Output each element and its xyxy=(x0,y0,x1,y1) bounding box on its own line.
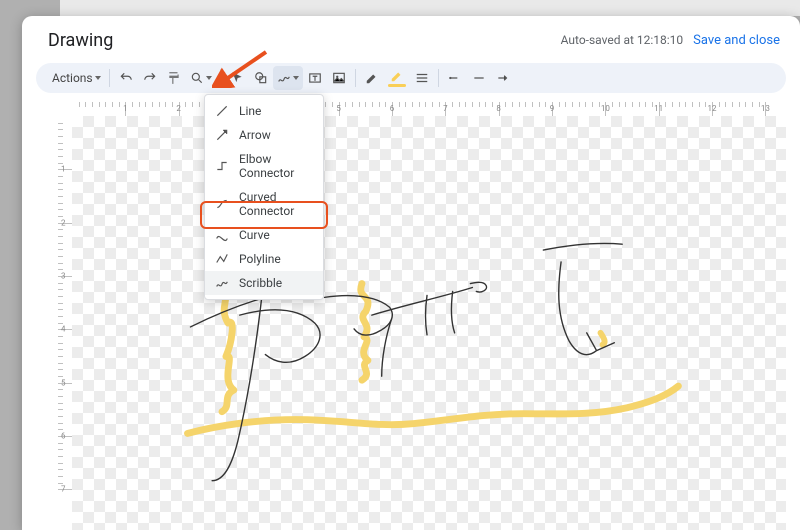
drawing-svg xyxy=(72,116,786,530)
dd-label: Line xyxy=(239,104,261,118)
caret-down-icon xyxy=(293,76,299,80)
polyline-icon xyxy=(215,252,229,266)
dd-item-curved[interactable]: Curved Connector xyxy=(205,185,323,223)
dd-label: Curved Connector xyxy=(239,190,313,218)
drawing-canvas[interactable] xyxy=(72,116,786,530)
ruler-horizontal: 12345678910111213 xyxy=(72,102,786,116)
line-color-button[interactable] xyxy=(360,66,384,90)
elbow-connector-icon xyxy=(215,159,229,173)
autosave-status: Auto-saved at 12:18:10 xyxy=(561,33,684,47)
line-tool-button[interactable] xyxy=(273,66,303,90)
image-icon xyxy=(332,71,346,85)
curved-connector-icon xyxy=(215,197,229,211)
toolbar: Actions xyxy=(36,63,786,93)
toolbar-separator xyxy=(220,69,221,87)
scribble-icon xyxy=(215,276,229,290)
dialog-title: Drawing xyxy=(48,30,113,51)
dd-label: Curve xyxy=(239,228,270,242)
redo-icon xyxy=(143,71,157,85)
dd-item-elbow[interactable]: Elbow Connector xyxy=(205,147,323,185)
undo-button[interactable] xyxy=(114,66,138,90)
caret-down-icon xyxy=(206,76,212,80)
redo-button[interactable] xyxy=(138,66,162,90)
actions-menu-button[interactable]: Actions xyxy=(42,66,105,90)
dd-label: Arrow xyxy=(239,128,271,142)
ruler-vertical: 1234567 xyxy=(58,116,72,530)
toolbar-separator xyxy=(355,69,356,87)
line-end-button[interactable] xyxy=(467,66,491,90)
paint-roller-icon xyxy=(167,71,181,85)
dd-label: Elbow Connector xyxy=(239,152,313,180)
arrow-icon xyxy=(215,128,229,142)
paint-format-button[interactable] xyxy=(162,66,186,90)
text-box-icon xyxy=(308,71,322,85)
caret-down-icon xyxy=(95,76,101,80)
line-start-button[interactable] xyxy=(443,66,467,90)
dd-label: Polyline xyxy=(239,252,281,266)
border-icon xyxy=(415,71,429,85)
dd-item-line[interactable]: Line xyxy=(205,99,323,123)
highlighter-icon xyxy=(390,69,404,83)
line-weight-button[interactable] xyxy=(384,66,410,90)
cursor-icon xyxy=(230,71,244,85)
line-dash-button[interactable] xyxy=(410,66,434,90)
line-tool-dropdown[interactable]: Line Arrow Elbow Connector Curved Connec… xyxy=(204,94,324,300)
zoom-icon xyxy=(190,71,204,85)
line-icon xyxy=(215,104,229,118)
dd-item-curve[interactable]: Curve xyxy=(205,223,323,247)
line-start-icon xyxy=(448,71,462,85)
drawing-dialog: Drawing Auto-saved at 12:18:10 Save and … xyxy=(22,16,800,530)
scribble-icon xyxy=(277,71,291,85)
zoom-button[interactable] xyxy=(186,66,216,90)
toolbar-separator xyxy=(109,69,110,87)
text-box-button[interactable] xyxy=(303,66,327,90)
shape-icon xyxy=(254,71,268,85)
arrow-end-button[interactable] xyxy=(491,66,515,90)
toolbar-separator xyxy=(438,69,439,87)
image-button[interactable] xyxy=(327,66,351,90)
undo-icon xyxy=(119,71,133,85)
save-and-close-button[interactable]: Save and close xyxy=(693,33,780,48)
select-tool-button[interactable] xyxy=(225,66,249,90)
color-chip xyxy=(388,84,406,87)
dialog-header: Drawing Auto-saved at 12:18:10 Save and … xyxy=(22,16,800,61)
curve-icon xyxy=(215,228,229,242)
pen-icon xyxy=(365,71,379,85)
dd-item-scribble[interactable]: Scribble xyxy=(205,271,323,295)
canvas-area: 12345678910111213 1234567 xyxy=(58,102,786,530)
dd-label: Scribble xyxy=(239,276,282,290)
dd-item-polyline[interactable]: Polyline xyxy=(205,247,323,271)
arrow-icon xyxy=(496,71,510,85)
line-icon xyxy=(472,71,486,85)
dd-item-arrow[interactable]: Arrow xyxy=(205,123,323,147)
shape-tool-button[interactable] xyxy=(249,66,273,90)
